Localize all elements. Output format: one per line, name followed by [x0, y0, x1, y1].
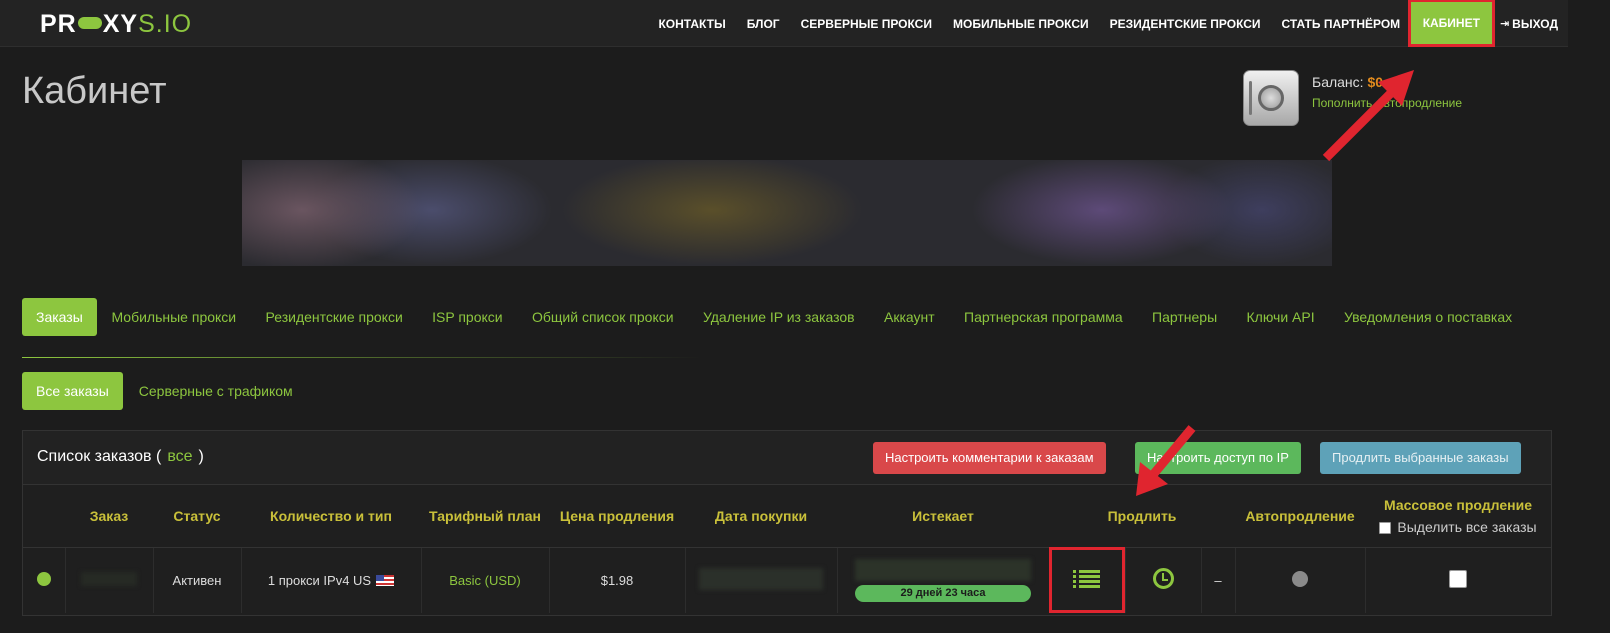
tab-partners[interactable]: Партнеры	[1137, 298, 1231, 336]
tab-account[interactable]: Аккаунт	[869, 298, 949, 336]
col-purchase-date: Дата покупки	[714, 507, 808, 524]
expires-badge: 29 дней 23 часа	[855, 584, 1031, 602]
tab-api-keys[interactable]: Ключи API	[1232, 298, 1329, 336]
configure-ip-access-button[interactable]: Настроить доступ по IP	[1135, 442, 1301, 474]
order-plan-link[interactable]: Basic (USD)	[449, 573, 521, 588]
col-renew: Продлить	[1107, 507, 1177, 524]
orders-table: Заказ Статус Количество и тип Тарифный п…	[23, 485, 1551, 613]
renew-button[interactable]	[1124, 546, 1201, 613]
sub-tabs: Все заказы Серверные с трафиком	[22, 372, 309, 410]
orders-title: Список заказов (все)	[37, 448, 204, 465]
col-expires: Истекает	[912, 507, 974, 524]
balance: Баланс: $0	[1312, 74, 1384, 90]
order-renew-price: $1.98	[548, 546, 685, 613]
orders-all-link[interactable]: все	[161, 448, 198, 465]
logout-link[interactable]: ⇥ ВЫХОД	[1492, 17, 1558, 31]
expires-date-redacted	[855, 558, 1031, 581]
nav-mobile-proxy[interactable]: МОБИЛЬНЫЕ ПРОКСИ	[942, 17, 1099, 31]
tab-residential-proxy[interactable]: Резидентские прокси	[251, 298, 418, 336]
tab-affiliate-program[interactable]: Партнерская программа	[949, 298, 1137, 336]
subtab-all-orders[interactable]: Все заказы	[22, 372, 123, 410]
col-plan: Тарифный план	[429, 507, 541, 524]
tab-mobile-proxy[interactable]: Мобильные прокси	[97, 298, 251, 336]
page-title: Кабинет	[22, 70, 167, 112]
col-renew-price: Цена продления	[559, 507, 675, 524]
expires-cell: 29 дней 23 часа	[855, 558, 1031, 602]
configure-comments-button[interactable]: Настроить комментарии к заказам	[873, 442, 1106, 474]
balance-value: $0	[1367, 74, 1384, 90]
autorenew-radio[interactable]	[1292, 570, 1308, 587]
status-dot	[36, 571, 51, 586]
autorenew-toggle[interactable]	[1234, 546, 1365, 613]
mask-icon	[77, 17, 102, 29]
order-id-redacted[interactable]	[81, 571, 137, 586]
us-flag-icon	[376, 574, 395, 586]
clock-icon	[1152, 568, 1174, 590]
tabs-divider	[22, 357, 702, 358]
select-all-label[interactable]: Выделить все заказы	[1369, 519, 1547, 535]
nav-residential-proxy[interactable]: РЕЗИДЕНТСКИЕ ПРОКСИ	[1099, 17, 1271, 31]
renew-selected-button[interactable]: Продлить выбранные заказы	[1320, 442, 1521, 474]
tab-isp-proxy[interactable]: ISP прокси	[417, 298, 517, 336]
nav-contacts[interactable]: КОНТАКТЫ	[648, 17, 736, 31]
order-qty-type: 1 прокси IPv4 US	[240, 546, 421, 613]
order-status: Активен	[152, 546, 241, 613]
mass-renew-checkbox[interactable]	[1449, 569, 1468, 588]
safe-icon	[1243, 70, 1299, 126]
promo-banner[interactable]	[242, 160, 1332, 266]
nav-become-partner[interactable]: СТАТЬ ПАРТНЁРОМ	[1271, 17, 1411, 31]
orders-panel: Список заказов (все) Настроить комментар…	[22, 430, 1552, 616]
table-header-row: Заказ Статус Количество и тип Тарифный п…	[23, 485, 1551, 547]
col-order: Заказ	[89, 507, 129, 524]
nav-blog[interactable]: БЛОГ	[736, 17, 790, 31]
site-logo[interactable]: PR XY S.IO	[40, 8, 192, 40]
nav-links: КОНТАКТЫ БЛОГ СЕРВЕРНЫЕ ПРОКСИ МОБИЛЬНЫЕ…	[648, 0, 1558, 47]
subtab-server-traffic[interactable]: Серверные с трафиком	[123, 372, 309, 410]
orders-panel-header: Список заказов (все) Настроить комментар…	[23, 431, 1551, 485]
sign-out-icon: ⇥	[1499, 18, 1510, 30]
nav-cabinet[interactable]: КАБИНЕТ	[1407, 0, 1495, 47]
col-mass-renew: Массовое продление Выделить все заказы	[1365, 485, 1551, 547]
select-all-checkbox[interactable]	[1379, 521, 1392, 534]
tab-orders[interactable]: Заказы	[22, 298, 97, 336]
renew-dash: –	[1200, 546, 1235, 613]
balance-links: Пополнить Автопродление	[1312, 96, 1462, 110]
topup-link[interactable]: Пополнить	[1312, 96, 1372, 110]
tab-proxy-list[interactable]: Общий список прокси	[517, 298, 688, 336]
col-qty-type: Количество и тип	[270, 507, 392, 524]
nav-server-proxy[interactable]: СЕРВЕРНЫЕ ПРОКСИ	[790, 17, 942, 31]
tab-delivery-notifications[interactable]: Уведомления о поставках	[1329, 298, 1527, 336]
autorenew-link[interactable]: Автопродление	[1376, 96, 1462, 110]
purchase-date-redacted	[699, 567, 823, 590]
col-autorenew: Автопродление	[1245, 507, 1355, 524]
main-tabs: Заказы Мобильные прокси Резидентские про…	[22, 298, 1527, 336]
top-navbar: PR XY S.IO КОНТАКТЫ БЛОГ СЕРВЕРНЫЕ ПРОКСИ …	[0, 0, 1568, 47]
list-icon	[1073, 568, 1100, 590]
tab-remove-ip[interactable]: Удаление IP из заказов	[688, 298, 869, 336]
proxy-list-button[interactable]	[1048, 546, 1125, 613]
table-row: Активен 1 прокси IPv4 US Basic (USD) $1.…	[23, 546, 1551, 613]
col-status: Статус	[173, 507, 221, 524]
